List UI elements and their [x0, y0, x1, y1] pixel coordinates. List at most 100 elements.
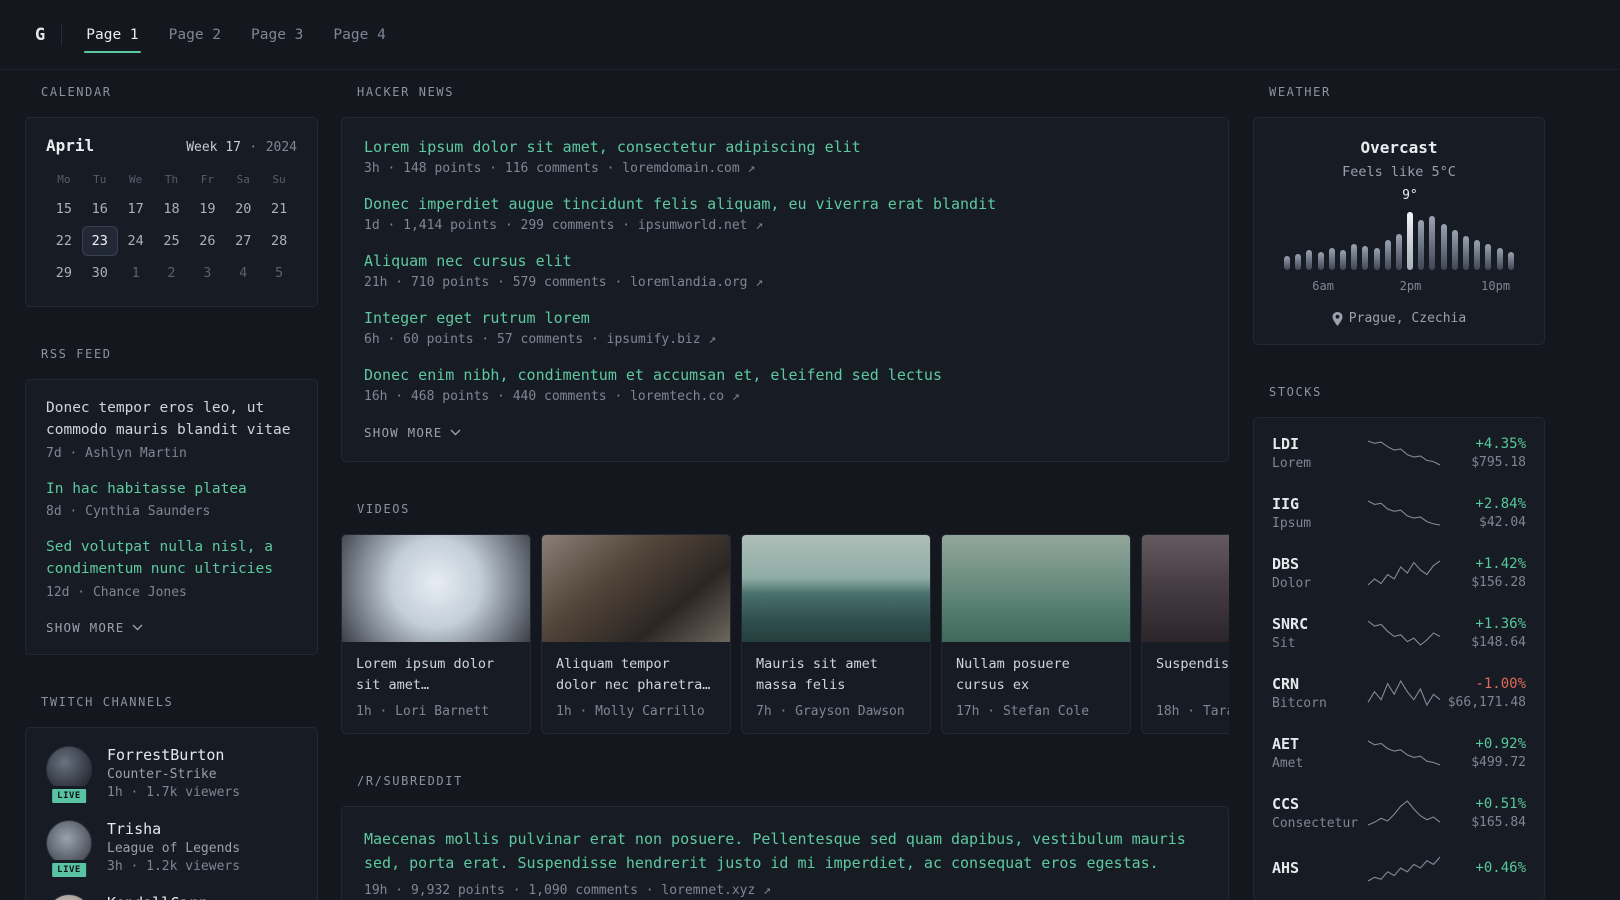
topbar-divider: [61, 23, 63, 46]
calendar-day: 26: [199, 233, 216, 249]
video-thumbnail: [742, 535, 930, 642]
channel-info: KendallCarr: [107, 894, 206, 900]
stock-change: +1.36%: [1475, 616, 1526, 632]
stock-sparkline-chart: [1366, 499, 1442, 527]
hackernews-item-link[interactable]: Aliquam nec cursus elit: [364, 252, 1206, 270]
stock-row[interactable]: CRN Bitcorn -1.00% $66,171.48: [1272, 663, 1526, 723]
calendar-day-selected: 23: [81, 226, 118, 256]
stock-values: +4.35% $795.18: [1442, 436, 1526, 470]
weather-time-axis: 6am 2pm 10pm: [1284, 279, 1514, 295]
stock-price: $499.72: [1471, 755, 1526, 770]
app-logo[interactable]: G: [25, 25, 61, 45]
weather-bar: [1440, 224, 1447, 270]
stock-values: +2.84% $42.04: [1442, 496, 1526, 530]
video-title[interactable]: Lorem ipsum dolor sit amet consectetu…: [356, 654, 516, 696]
weather-bar: [1373, 248, 1380, 270]
live-badge: LIVE: [49, 859, 89, 880]
video-card[interactable]: Suspendisse diam 18h · Tara: [1141, 534, 1229, 734]
channel-meta: 1h · 1.7k viewers: [107, 784, 241, 800]
calendar-widget: CALENDAR April Week 17 · 2024 Mo Tu We T…: [25, 85, 318, 307]
video-title[interactable]: Nullam posuere cursus ex: [956, 654, 1116, 696]
stock-row[interactable]: SNRC Sit +1.36% $148.64: [1272, 603, 1526, 663]
tab-page-2[interactable]: Page 2: [167, 19, 223, 51]
tab-page-1[interactable]: Page 1: [84, 19, 142, 53]
hackernews-item-link[interactable]: Lorem ipsum dolor sit amet, consectetur …: [364, 138, 1206, 156]
twitch-channel[interactable]: KendallCarr: [46, 893, 297, 900]
weather-widget-title: WEATHER: [1269, 85, 1331, 99]
stock-symbol: AET: [1272, 735, 1300, 753]
tab-page-4[interactable]: Page 4: [331, 19, 387, 51]
calendar-panel: April Week 17 · 2024 Mo Tu We Th Fr Sa S…: [25, 117, 318, 307]
hackernews-item: Donec enim nibh, condimentum et accumsan…: [364, 366, 1206, 404]
hackernews-item: Lorem ipsum dolor sit amet, consectetur …: [364, 138, 1206, 176]
calendar-day-next-month: 3: [203, 265, 212, 281]
calendar-month: April: [46, 136, 95, 155]
video-title[interactable]: Mauris sit amet massa felis: [756, 654, 916, 696]
channel-name[interactable]: ForrestBurton: [107, 746, 240, 764]
hackernews-item-link[interactable]: Donec imperdiet augue tincidunt felis al…: [364, 195, 1206, 213]
video-thumbnail: [342, 535, 530, 642]
video-body: Lorem ipsum dolor sit amet consectetu… 1…: [342, 642, 530, 733]
channel-name[interactable]: Trisha: [107, 820, 240, 838]
rss-item: Donec tempor eros leo, ut commodo mauris…: [46, 398, 297, 461]
stock-row[interactable]: AHS +0.46%: [1272, 843, 1526, 895]
subreddit-item-meta: 19h · 9,932 points · 1,090 comments · lo…: [364, 883, 771, 898]
stock-row[interactable]: CCS Consectetur +0.51% $165.84: [1272, 783, 1526, 843]
hackernews-item-link[interactable]: Donec enim nibh, condimentum et accumsan…: [364, 366, 1206, 384]
subreddit-item: Maecenas mollis pulvinar erat non posuer…: [364, 827, 1206, 898]
channel-name[interactable]: KendallCarr: [107, 894, 206, 900]
tab-page-3[interactable]: Page 3: [249, 19, 305, 51]
calendar-dayname: Mo: [57, 173, 71, 186]
stock-row[interactable]: AET Amet +0.92% $499.72: [1272, 723, 1526, 783]
stock-symbol: CRN: [1272, 675, 1300, 693]
hackernews-panel: Lorem ipsum dolor sit amet, consectetur …: [341, 117, 1229, 462]
video-meta: 7h · Grayson Dawson: [756, 704, 905, 719]
stock-symbol: AHS: [1272, 858, 1300, 877]
rss-item-link[interactable]: In hac habitasse platea: [46, 479, 297, 501]
stock-change: +0.46%: [1475, 859, 1526, 876]
video-card[interactable]: Aliquam tempor dolor nec pharetra… 1h · …: [541, 534, 731, 734]
weather-peak-label: 9°: [1402, 188, 1418, 203]
video-body: Suspendisse diam 18h · Tara: [1142, 642, 1229, 733]
stock-symbol: IIG: [1272, 495, 1300, 513]
chevron-down-icon: [450, 429, 461, 436]
rss-widget: RSS FEED Donec tempor eros leo, ut commo…: [25, 347, 318, 655]
stock-row[interactable]: DBS Dolor +1.42% $156.28: [1272, 543, 1526, 603]
rss-item-link[interactable]: Sed volutpat nulla nisl, a condimentum n…: [46, 537, 297, 581]
weather-bar: [1351, 244, 1358, 270]
video-card[interactable]: Nullam posuere cursus ex 17h · Stefan Co…: [941, 534, 1131, 734]
stock-row[interactable]: IIG Ipsum +2.84% $42.04: [1272, 483, 1526, 543]
left-column: CALENDAR April Week 17 · 2024 Mo Tu We T…: [25, 85, 318, 900]
calendar-widget-title: CALENDAR: [41, 85, 112, 99]
rss-show-more-button[interactable]: SHOW MORE: [46, 620, 143, 635]
stock-row[interactable]: LDI Lorem +4.35% $795.18: [1272, 423, 1526, 483]
subreddit-item-link[interactable]: Maecenas mollis pulvinar erat non posuer…: [364, 827, 1206, 875]
stock-sparkline-chart: [1366, 739, 1442, 767]
calendar-grid: Mo Tu We Th Fr Sa Su 15 16 17 18 19 20 2…: [46, 165, 297, 288]
stock-symbol: SNRC: [1272, 615, 1309, 633]
calendar-day-next-month: 5: [275, 265, 284, 281]
video-card[interactable]: Lorem ipsum dolor sit amet consectetu… 1…: [341, 534, 531, 734]
videos-row: Lorem ipsum dolor sit amet consectetu… 1…: [341, 534, 1229, 734]
stock-name: Lorem: [1272, 456, 1312, 471]
video-card[interactable]: Mauris sit amet massa felis 7h · Grayson…: [741, 534, 931, 734]
hackernews-item-link[interactable]: Integer eget rutrum lorem: [364, 309, 1206, 327]
hackernews-item-meta: 6h · 60 points · 57 comments · ipsumify.…: [364, 332, 717, 347]
calendar-dayname: We: [129, 173, 143, 186]
weather-time-label: 10pm: [1481, 279, 1511, 293]
twitch-channel[interactable]: LIVE Trisha League of Legends 3h · 1.2k …: [46, 819, 297, 880]
video-title[interactable]: Suspendisse diam: [1156, 654, 1229, 696]
avatar: LIVE: [46, 745, 92, 806]
show-more-label: SHOW MORE: [364, 425, 443, 440]
rss-item-link[interactable]: Donec tempor eros leo, ut commodo mauris…: [46, 398, 297, 442]
weather-bar: [1463, 236, 1469, 270]
twitch-channel[interactable]: LIVE ForrestBurton Counter-Strike 1h · 1…: [46, 745, 297, 806]
show-more-label: SHOW MORE: [46, 619, 125, 635]
video-title[interactable]: Aliquam tempor dolor nec pharetra…: [556, 654, 716, 696]
calendar-day-next-month: 1: [131, 265, 140, 281]
stock-change: +0.51%: [1475, 796, 1526, 812]
stock-sparkline-chart: [1366, 679, 1442, 707]
calendar-day: 29: [55, 265, 73, 281]
hackernews-show-more-button[interactable]: SHOW MORE: [364, 425, 461, 440]
video-thumbnail: [542, 535, 730, 642]
